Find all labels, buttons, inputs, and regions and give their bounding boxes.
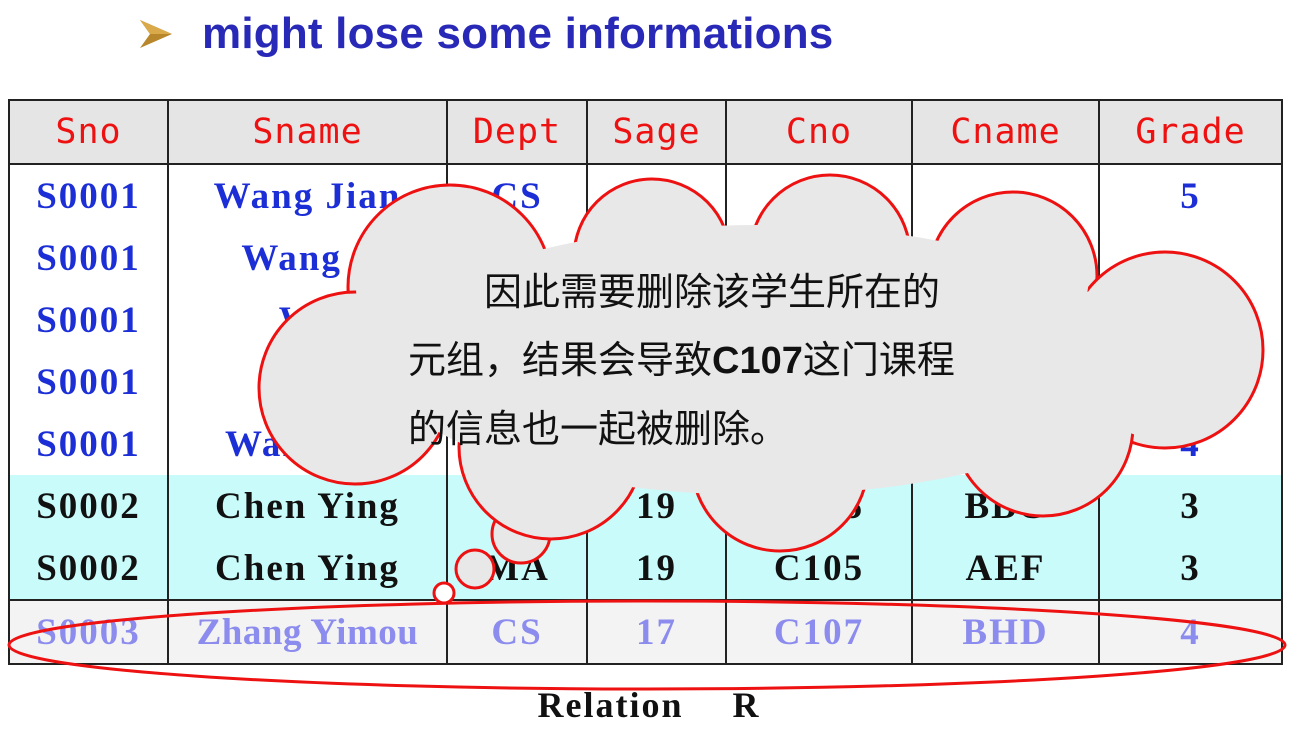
cell-sage xyxy=(586,164,726,227)
cell-sname: Zhang Yimou xyxy=(167,599,447,664)
cell-cname: AEF xyxy=(911,537,1099,600)
cell-sno: S0001 xyxy=(9,227,168,289)
arrow-bullet-icon xyxy=(140,20,172,48)
cell-cno: C105 xyxy=(725,475,912,537)
callout-line-3: 的信息也一起被删除。 xyxy=(408,407,789,451)
cell-dept: CS xyxy=(446,599,587,664)
cell-sname: Wang Jia xyxy=(167,413,447,475)
cell-sno: S0001 xyxy=(9,413,168,475)
column-header-dept: Dept xyxy=(446,100,587,165)
column-header-cname: Cname xyxy=(911,100,1099,165)
cell-grade: 5 xyxy=(1098,164,1282,227)
table-row: S0002 Chen Ying MA 19 C105 AEF 3 xyxy=(9,537,1282,600)
callout-line-2-end: 这门课程 xyxy=(802,338,955,382)
cell-dept: MA xyxy=(446,537,587,600)
cell-sno: S0001 xyxy=(9,289,168,351)
cell-grade xyxy=(1098,227,1282,289)
cell-sno: S0001 xyxy=(9,351,168,413)
cell-sno: S0002 xyxy=(9,475,168,537)
callout-line-2-start: 元组，结果会导致 xyxy=(408,338,713,382)
callout-line-1: 因此需要删除该学生所在的 xyxy=(484,270,941,314)
cell-grade: 3 xyxy=(1098,537,1282,600)
cell-sname: Wang Jian xyxy=(167,164,447,227)
callout-line-2: 元组，结果会导致C107这门课程 xyxy=(408,326,1048,395)
cell-cno: C105 xyxy=(725,537,912,600)
cell-cno: C xyxy=(725,164,912,227)
callout-text: 因此需要删除该学生所在的 元组，结果会导致C107这门课程 的信息也一起被删除。 xyxy=(408,258,1048,463)
cell-sage: 19 xyxy=(586,475,726,537)
column-header-sno: Sno xyxy=(9,100,168,165)
table-caption: Relation R xyxy=(537,685,761,725)
column-header-sage: Sage xyxy=(586,100,726,165)
cell-cno: C107 xyxy=(725,599,912,664)
cell-grade: 3 xyxy=(1098,475,1282,537)
cell-sname: Wan xyxy=(167,351,447,413)
table-header-row: Sno Sname Dept Sage Cno Cname Grade xyxy=(9,100,1282,165)
course-code: C107 xyxy=(712,340,803,382)
table-row: S0002 Chen Ying M 19 C105 BBC 3 xyxy=(9,475,1282,537)
cell-grade: 4 xyxy=(1098,413,1282,475)
cell-sno: S0002 xyxy=(9,537,168,600)
cell-cname xyxy=(911,164,1099,227)
cell-sname: Wa xyxy=(167,289,447,351)
cell-sno: S0001 xyxy=(9,164,168,227)
cell-sage: 17 xyxy=(586,599,726,664)
cell-cname: BBC xyxy=(911,475,1099,537)
cell-cname: BHD xyxy=(911,599,1099,664)
slide-heading: might lose some informations xyxy=(140,6,833,62)
cell-sname: Chen Ying xyxy=(167,475,447,537)
cell-sname: Chen Ying xyxy=(167,537,447,600)
table-row: S0003 Zhang Yimou CS 17 C107 BHD 4 xyxy=(9,599,1282,664)
cell-grade: 4 xyxy=(1098,599,1282,664)
column-header-cno: Cno xyxy=(725,100,912,165)
heading-text: might lose some informations xyxy=(202,9,834,58)
column-header-grade: Grade xyxy=(1098,100,1282,165)
cell-sage: 19 xyxy=(586,537,726,600)
column-header-sname: Sname xyxy=(167,100,447,165)
cell-dept: M xyxy=(446,475,587,537)
cell-sno: S0003 xyxy=(9,599,168,664)
cell-dept: CS xyxy=(446,164,587,227)
table-row: S0001 Wang Jian CS C 5 xyxy=(9,164,1282,227)
cell-grade xyxy=(1098,351,1282,413)
cell-grade xyxy=(1098,289,1282,351)
cell-sname: Wang J xyxy=(167,227,447,289)
